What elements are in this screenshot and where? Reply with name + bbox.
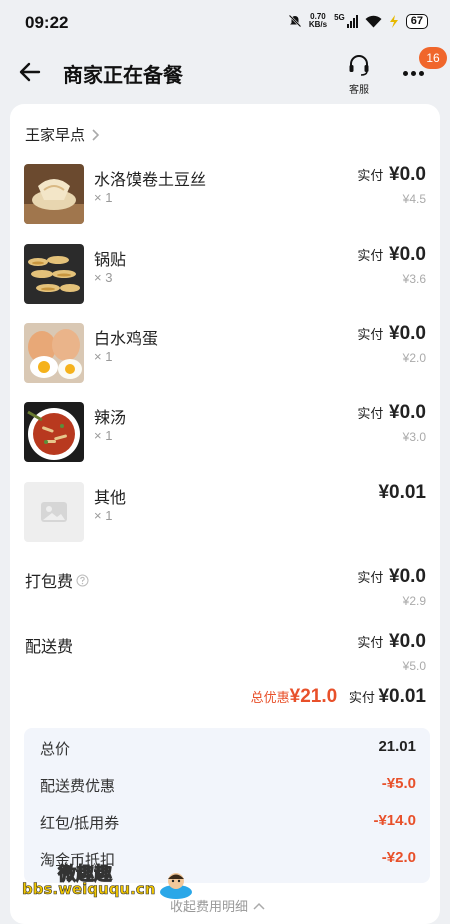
- bread-roll-image: [24, 164, 84, 224]
- status-icons: 0.70 KB/s 5G 67: [288, 13, 428, 29]
- headset-icon: [349, 55, 369, 76]
- order-card: 王家早点 水洛馍卷土豆丝 × 1 实付 ¥0.0 ¥4.5 锅贴 × 3 实付 …: [10, 104, 440, 924]
- signal-label: 5G: [334, 12, 345, 22]
- status-bar: 09:22 0.70 KB/s 5G 67: [0, 0, 450, 44]
- status-time: 09:22: [25, 13, 69, 32]
- boiled-eggs-image: [24, 323, 84, 383]
- back-arrow-icon[interactable]: [16, 58, 44, 86]
- service-label: 客服: [349, 85, 369, 96]
- order-item[interactable]: 锅贴 × 3 实付 ¥0.0 ¥3.6: [24, 244, 426, 306]
- order-item[interactable]: 其他 × 1 ¥0.01: [24, 482, 426, 544]
- dot-icon: [411, 71, 416, 76]
- fee-paid: 实付 ¥0.0: [357, 631, 426, 652]
- item-quantity: × 1: [94, 349, 113, 364]
- page-title: 商家正在备餐: [63, 65, 183, 87]
- item-original-price: ¥2.0: [402, 351, 426, 365]
- shop-name: 王家早点: [25, 127, 86, 144]
- item-paid: 实付 ¥0.0: [357, 244, 426, 265]
- chevron-up-icon: [253, 902, 265, 910]
- item-name: 水洛馍卷土豆丝: [94, 172, 207, 189]
- total-paid: 实付 ¥0.01: [348, 686, 426, 707]
- delivery-fee-row: 配送费 实付 ¥0.0 ¥5.0: [24, 631, 426, 675]
- wifi-icon: [365, 15, 382, 27]
- item-original-price: ¥4.5: [402, 192, 426, 206]
- chevron-right-icon: [92, 128, 100, 141]
- dot-icon: [403, 71, 408, 76]
- image-placeholder-icon: [24, 482, 84, 542]
- breakdown-row: 总价 21.01: [40, 738, 416, 758]
- battery-icon: 67: [405, 13, 428, 29]
- spicy-soup-image: [24, 402, 84, 462]
- signal-bars-icon: [346, 14, 358, 28]
- item-name: 辣汤: [94, 410, 127, 427]
- shop-link[interactable]: 王家早点: [25, 124, 100, 145]
- charging-bolt-icon: [389, 14, 398, 28]
- net-speed: 0.70 KB/s: [308, 12, 328, 29]
- item-paid: 实付 ¥0.0: [357, 323, 426, 344]
- item-quantity: × 1: [94, 428, 113, 443]
- item-name: 锅贴: [94, 252, 127, 269]
- notification-badge: 16: [419, 47, 447, 69]
- dot-icon: [419, 71, 424, 76]
- fee-original-price: ¥5.0: [402, 659, 426, 673]
- mute-bell-icon: [288, 14, 302, 28]
- item-quantity: × 1: [94, 508, 113, 523]
- mascot-icon: [160, 873, 192, 899]
- question-info-icon[interactable]: [76, 574, 89, 587]
- fee-paid: 实付 ¥0.0: [357, 566, 426, 587]
- watermark-url: bbs.weiququ.cn: [22, 880, 156, 899]
- item-name: 白水鸡蛋: [94, 331, 159, 348]
- item-quantity: × 1: [94, 190, 113, 205]
- fee-original-price: ¥2.9: [402, 594, 426, 608]
- watermark: 微趣趣 bbs.weiququ.cn: [22, 864, 222, 910]
- order-item[interactable]: 辣汤 × 1 实付 ¥0.0 ¥3.0: [24, 402, 426, 464]
- order-item[interactable]: 白水鸡蛋 × 1 实付 ¥0.0 ¥2.0: [24, 323, 426, 385]
- item-paid: 实付 ¥0.0: [357, 164, 426, 185]
- item-name: 其他: [94, 490, 127, 507]
- potstickers-image: [24, 244, 84, 304]
- packing-fee-row: 打包费 实付 ¥0.0 ¥2.9: [24, 566, 426, 610]
- fee-name: 配送费: [25, 639, 74, 656]
- breakdown-row: 红包/抵用券 -¥14.0: [40, 812, 416, 832]
- customer-service-button[interactable]: 客服: [338, 52, 380, 98]
- item-paid: ¥0.01: [378, 482, 426, 503]
- item-paid: 实付 ¥0.0: [357, 402, 426, 423]
- page-header: 商家正在备餐 客服: [0, 44, 450, 102]
- breakdown-row: 配送费优惠 -¥5.0: [40, 775, 416, 795]
- total-discount: 总优惠¥21.0: [250, 686, 338, 707]
- order-item[interactable]: 水洛馍卷土豆丝 × 1 实付 ¥0.0 ¥4.5: [24, 164, 426, 226]
- item-original-price: ¥3.6: [402, 272, 426, 286]
- order-totals: 总优惠¥21.0 实付 ¥0.01: [251, 686, 426, 708]
- item-original-price: ¥3.0: [402, 430, 426, 444]
- fee-name: 打包费: [25, 568, 89, 592]
- item-quantity: × 3: [94, 270, 113, 285]
